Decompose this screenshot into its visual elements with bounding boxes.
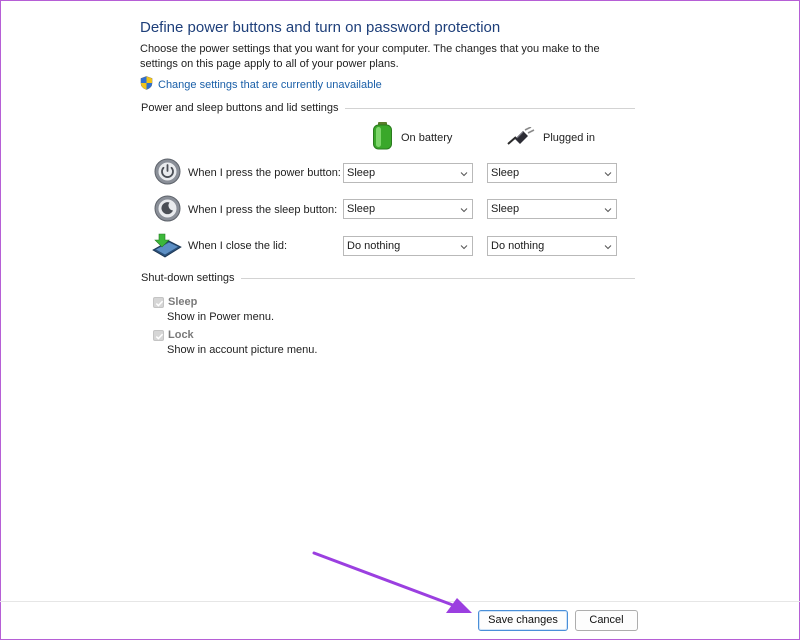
- column-header-plugged-label: Plugged in: [543, 131, 595, 144]
- power-button-battery-value: Sleep: [347, 167, 376, 179]
- save-changes-button[interactable]: Save changes: [478, 610, 568, 631]
- lock-checkbox-description: Show in account picture menu.: [167, 344, 318, 356]
- lock-checkbox[interactable]: [153, 329, 164, 341]
- change-settings-link-label: Change settings that are currently unava…: [158, 78, 382, 91]
- change-settings-link[interactable]: Change settings that are currently unava…: [140, 76, 382, 93]
- sleep-button-battery-value: Sleep: [347, 203, 376, 215]
- laptop-lid-icon: [151, 232, 183, 263]
- footer-divider: [0, 601, 800, 602]
- chevron-down-icon: [460, 242, 468, 254]
- sleep-button-row-label: When I press the sleep button:: [188, 204, 338, 216]
- buttons-section-label: Power and sleep buttons and lid settings: [141, 102, 345, 114]
- column-header-battery: On battery: [372, 122, 452, 153]
- sleep-checkbox-description: Show in Power menu.: [167, 311, 274, 323]
- sleep-button-plugged-select[interactable]: Sleep: [487, 199, 617, 219]
- cancel-button[interactable]: Cancel: [575, 610, 638, 631]
- chevron-down-icon: [460, 205, 468, 217]
- chevron-down-icon: [604, 242, 612, 254]
- lid-battery-value: Do nothing: [347, 240, 401, 252]
- lid-plugged-value: Do nothing: [491, 240, 545, 252]
- sleep-button-battery-select[interactable]: Sleep: [343, 199, 473, 219]
- window-frame: [0, 0, 800, 640]
- chevron-down-icon: [604, 205, 612, 217]
- chevron-down-icon: [604, 169, 612, 181]
- uac-shield-icon: [140, 76, 153, 93]
- lock-checkbox-row[interactable]: Lock: [153, 329, 194, 341]
- lid-battery-select[interactable]: Do nothing: [343, 236, 473, 256]
- lid-row-label: When I close the lid:: [188, 240, 288, 252]
- sleep-button-icon: [154, 195, 181, 227]
- sleep-button-plugged-value: Sleep: [491, 203, 520, 215]
- page-title: Define power buttons and turn on passwor…: [140, 19, 501, 36]
- lid-plugged-select[interactable]: Do nothing: [487, 236, 617, 256]
- sleep-checkbox-row[interactable]: Sleep: [153, 296, 197, 308]
- power-button-row-label: When I press the power button:: [188, 167, 341, 179]
- chevron-down-icon: [460, 169, 468, 181]
- shutdown-section-label: Shut-down settings: [141, 272, 241, 284]
- sleep-checkbox-label: Sleep: [168, 296, 198, 308]
- power-plug-icon: [507, 126, 535, 148]
- power-button-battery-select[interactable]: Sleep: [343, 163, 473, 183]
- column-header-battery-label: On battery: [401, 131, 453, 144]
- page-description: Choose the power settings that you want …: [140, 43, 600, 70]
- power-button-plugged-select[interactable]: Sleep: [487, 163, 617, 183]
- lock-checkbox-label: Lock: [168, 329, 194, 341]
- power-button-plugged-value: Sleep: [491, 167, 520, 179]
- battery-icon: [372, 122, 393, 153]
- sleep-checkbox[interactable]: [153, 296, 164, 308]
- power-button-icon: [154, 158, 181, 190]
- column-header-plugged: Plugged in: [507, 126, 595, 148]
